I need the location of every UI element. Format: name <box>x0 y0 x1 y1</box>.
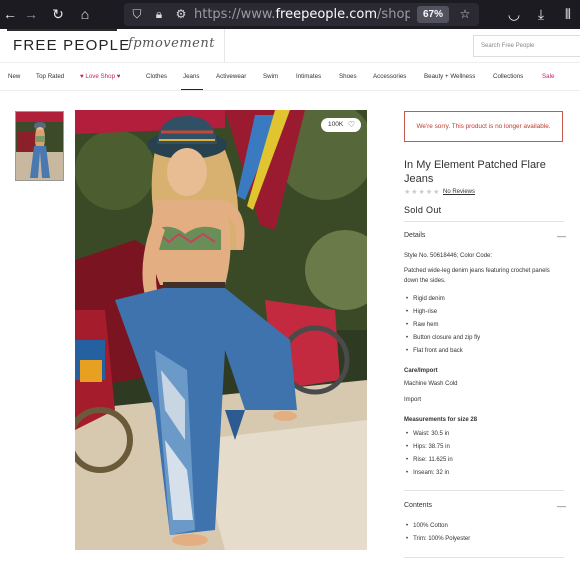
divider <box>404 490 564 491</box>
forward-arrow-icon[interactable]: → <box>23 6 39 22</box>
browser-toolbar: ← → ↻ ⌂ ⛉ 🔒︎ ⚙ https://www.freepeople.co… <box>0 0 580 29</box>
nav-item-accessories[interactable]: Accessories <box>373 73 406 80</box>
unavailable-alert: We're sorry. This product is no longer a… <box>404 111 563 142</box>
model-photo <box>75 110 367 550</box>
header-divider <box>224 29 225 63</box>
lock-icon[interactable]: 🔒︎ <box>152 7 166 21</box>
product-thumbnail[interactable] <box>15 111 64 181</box>
measurement-item: Rise: 11.625 in <box>404 457 453 463</box>
divider <box>404 221 564 222</box>
contents-item: Trim: 100% Polyester <box>404 536 470 542</box>
nav-item-shoes[interactable]: Shoes <box>339 73 357 80</box>
feature-item: Rigid denim <box>404 296 445 302</box>
permissions-icon[interactable]: ⚙ <box>174 7 188 21</box>
stock-status: Sold Out <box>404 205 442 215</box>
logo-accent-bar <box>7 29 117 31</box>
measurement-item: Hips: 38.75 in <box>404 444 450 450</box>
favorites-button[interactable]: 100K ♡ <box>321 118 361 132</box>
zoom-level-badge[interactable]: 67% <box>417 6 449 23</box>
care-text: Machine Wash Cold <box>404 381 458 387</box>
nav-item-intimates[interactable]: Intimates <box>296 73 321 80</box>
url-text[interactable]: https://www.freepeople.com/shop/in-my-el… <box>194 7 410 23</box>
style-number: Style No. 50618446; Color Code: <box>404 253 493 259</box>
measurements-heading: Measurements for size 28 <box>404 417 478 423</box>
search-input[interactable]: Search Free People <box>473 35 580 57</box>
nav-item-clothes[interactable]: Clothes <box>146 73 167 80</box>
bookmark-star-icon[interactable]: ☆ <box>458 7 472 21</box>
nav-item-love-shop[interactable]: ♥ Love Shop ♥ <box>80 73 120 80</box>
collapse-icon[interactable]: — <box>557 232 566 241</box>
feature-item: High-rise <box>404 309 437 315</box>
nav-item-swim[interactable]: Swim <box>263 73 278 80</box>
download-icon[interactable]: ⤓ <box>533 6 549 22</box>
favorites-count: 100K <box>328 121 344 128</box>
nav-item-jeans[interactable]: Jeans <box>183 73 200 80</box>
nav-item-beauty-wellness[interactable]: Beauty + Wellness <box>424 73 475 80</box>
reviews-link[interactable]: No Reviews <box>443 189 475 195</box>
library-icon[interactable]: ⫴ <box>560 6 576 22</box>
nav-item-label: Love Shop <box>85 73 116 80</box>
site-header: FREE PEOPLE fpmovement Search Free Peopl… <box>0 29 580 63</box>
collapse-icon[interactable]: — <box>557 502 566 511</box>
measurement-item: Waist: 30.5 in <box>404 431 449 437</box>
thumbnail-image <box>16 112 63 180</box>
home-icon[interactable]: ⌂ <box>77 6 93 22</box>
details-toggle[interactable]: Details <box>404 232 425 239</box>
back-arrow-icon[interactable]: ← <box>2 6 18 22</box>
feature-item: Raw hem <box>404 322 438 328</box>
active-tab-indicator <box>181 89 203 90</box>
feature-item: Flat front and back <box>404 348 463 354</box>
care-heading: Care/Import <box>404 368 438 374</box>
product-description: Patched wide-leg denim jeans featuring c… <box>404 268 550 284</box>
measurement-item: Inseam: 32 in <box>404 470 449 476</box>
contents-toggle[interactable]: Contents <box>404 502 432 509</box>
nav-item-sale[interactable]: Sale <box>542 73 554 80</box>
heart-icon: ♡ <box>347 120 355 129</box>
free-people-logo[interactable]: FREE PEOPLE <box>13 37 130 54</box>
heart-icon: ♥ <box>116 73 121 80</box>
pocket-icon[interactable]: ◡ <box>506 6 522 22</box>
shield-icon[interactable]: ⛉ <box>130 7 144 21</box>
feature-item: Button closure and zip fly <box>404 335 480 341</box>
nav-item-collections[interactable]: Collections <box>493 73 523 80</box>
heart-icon: ♥ <box>80 73 84 80</box>
nav-item-activewear[interactable]: Activewear <box>216 73 246 80</box>
import-text: Import <box>404 397 422 403</box>
nav-item-new[interactable]: New <box>8 73 20 80</box>
category-nav: New Top Rated ♥ Love Shop ♥ Clothes Jean… <box>0 63 580 91</box>
address-bar[interactable]: ⛉ 🔒︎ ⚙ https://www.freepeople.com/shop/i… <box>124 3 479 26</box>
divider <box>404 557 564 558</box>
fp-movement-logo[interactable]: fpmovement <box>128 36 215 51</box>
product-title: In My Element Patched Flare Jeans <box>404 159 546 185</box>
reload-icon[interactable]: ↻ <box>50 6 66 22</box>
product-main-image[interactable] <box>75 110 367 550</box>
contents-item: 100% Cotton <box>404 523 448 529</box>
rating-stars-icon: ★★★★★ <box>404 189 441 196</box>
nav-item-top-rated[interactable]: Top Rated <box>36 73 64 80</box>
